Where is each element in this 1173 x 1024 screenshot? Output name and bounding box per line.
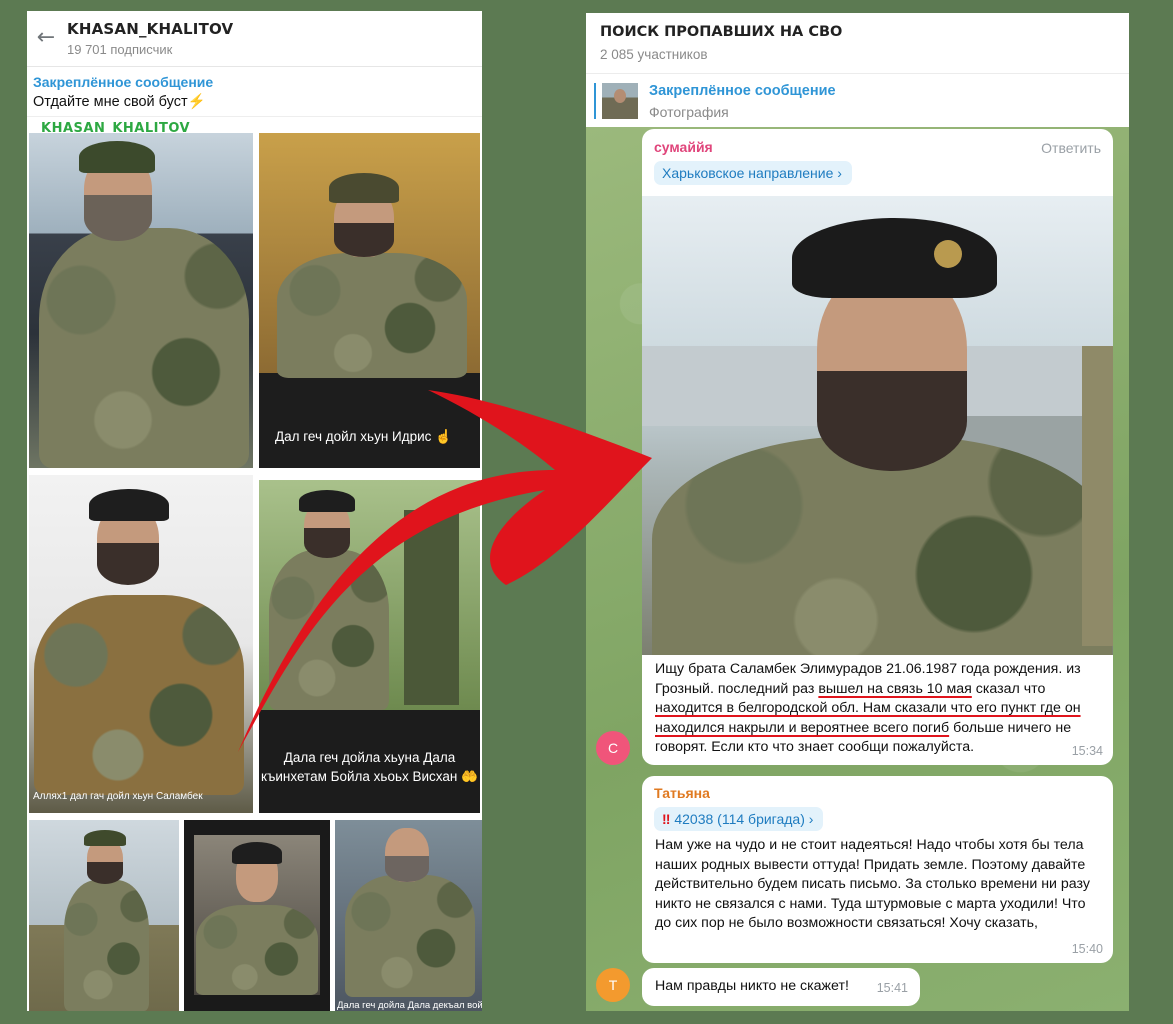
palms-emoji-icon: 🤲 — [461, 769, 478, 784]
watermark: KHASAN_KHALITOV — [41, 121, 191, 132]
group-header: ПОИСК ПРОПАВШИХ НА СВО 2 085 участников — [586, 13, 1129, 73]
message-author[interactable]: сумаййя — [654, 139, 713, 155]
chevron-right-icon: › — [837, 165, 842, 181]
channel-screenshot: ← KHASAN_KHALITOV 19 701 подписчик Закре… — [27, 11, 482, 1011]
channel-name[interactable]: KHASAN_KHALITOV — [67, 20, 233, 38]
pinned-thumbnail — [602, 83, 638, 119]
message-text: Ищу брата Саламбек Элимурадов 21.06.1987… — [655, 660, 1105, 758]
avatar[interactable]: С — [596, 731, 630, 765]
message-author[interactable]: Татьяна — [654, 785, 710, 801]
reply-button[interactable]: Ответить — [1041, 140, 1101, 156]
group-chat-screenshot: ПОИСК ПРОПАВШИХ НА СВО 2 085 участников … — [586, 13, 1129, 1011]
topic-chip[interactable]: ‼ 42038 (114 бригада) › — [654, 807, 824, 831]
message-time: 15:40 — [1071, 942, 1103, 956]
photo-6[interactable] — [184, 820, 330, 1011]
message-text: Нам уже на чудо и не стоит надеяться! На… — [655, 837, 1090, 932]
photo-1[interactable] — [29, 133, 253, 468]
message-text-part: сказал что — [971, 680, 1046, 697]
double-exclamation-icon: ‼ — [662, 811, 671, 827]
message-time: 15:34 — [1071, 744, 1103, 758]
photo-7-caption: Дала геч дойла Дала декъал войла Дала — [337, 1000, 482, 1011]
topic-chip[interactable]: Харьковское направление › — [654, 161, 852, 185]
message-bubble[interactable]: Татьяна ‼ 42038 (114 бригада) › Нам уже … — [642, 776, 1113, 963]
photo-collage: KHASAN_KHALITOV Дал геч дойл хьун Идрис … — [27, 118, 482, 1011]
pinned-text: Отдайте мне свой буст⚡ — [33, 93, 482, 110]
photo-7[interactable]: Дала геч дойла Дала декъал войла Дала — [335, 820, 482, 1011]
message-photo[interactable] — [642, 196, 1113, 655]
message-bubble[interactable]: сумаййя Ответить Харьковское направление… — [642, 129, 1113, 765]
group-name[interactable]: ПОИСК ПРОПАВШИХ НА СВО — [600, 24, 842, 40]
message-time: 15:41 — [876, 981, 908, 995]
message-bubble[interactable]: Нам правды никто не скажет! 15:41 — [642, 968, 920, 1006]
topic-label: 42038 (114 бригада) — [674, 811, 805, 827]
badge-icon — [934, 240, 962, 268]
photo-5[interactable] — [29, 820, 179, 1011]
avatar[interactable]: Т — [596, 968, 630, 1002]
photo-4-caption-line1: Дала геч дойла хьуна Дала — [283, 750, 456, 765]
photo-2-caption: Дал геч дойл хьун Идрис — [275, 429, 432, 444]
message-text: Нам правды никто не скажет! — [655, 978, 849, 994]
pinned-subtitle: Фотография — [649, 104, 729, 120]
pinned-text-label: Отдайте мне свой буст — [33, 94, 188, 110]
hand-emoji-icon: ☝ — [435, 429, 453, 444]
photo-4-caption-line2: къинхетам Бойла хьоьх Висхан — [261, 769, 458, 784]
photo-3[interactable]: Аллях1 дал гач дойл хьун Саламбек — [29, 475, 253, 813]
photo-2[interactable]: Дал геч дойл хьун Идрис ☝ — [259, 133, 480, 468]
photo-4[interactable]: Дала геч дойла хьуна Дала къинхетам Бойл… — [259, 480, 480, 813]
pinned-message-bar[interactable]: Закреплённое сообщение Отдайте мне свой … — [27, 67, 482, 117]
pinned-indicator — [594, 83, 596, 119]
pinned-title: Закреплённое сообщение — [649, 83, 836, 99]
channel-header: ← KHASAN_KHALITOV 19 701 подписчик — [27, 11, 482, 67]
subscriber-count: 19 701 подписчик — [67, 42, 173, 57]
pinned-message-bar[interactable]: Закреплённое сообщение Фотография — [586, 73, 1129, 127]
photo-3-caption: Аллях1 дал гач дойл хьун Саламбек — [33, 791, 203, 802]
underlined-text: вышел на связь 10 мая — [818, 680, 972, 697]
topic-label: Харьковское направление — [662, 165, 834, 181]
lightning-icon: ⚡ — [187, 94, 206, 110]
chevron-right-icon: › — [808, 811, 814, 827]
back-arrow-icon[interactable]: ← — [33, 25, 59, 51]
member-count: 2 085 участников — [600, 47, 708, 62]
pinned-title: Закреплённое сообщение — [33, 74, 214, 90]
